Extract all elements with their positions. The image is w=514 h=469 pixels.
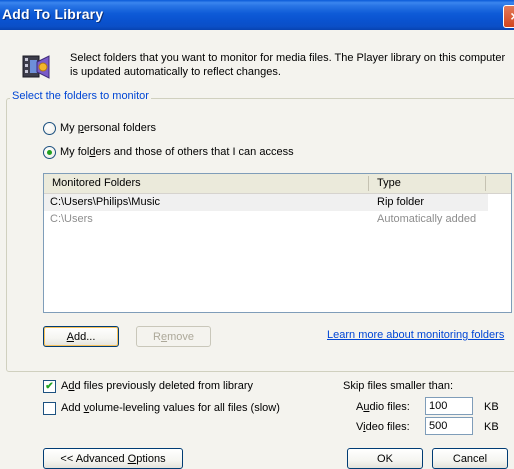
close-button[interactable]: ×: [503, 5, 514, 28]
audio-unit-label: KB: [484, 401, 499, 413]
all-folders-label[interactable]: My folders and those of others that I ca…: [60, 146, 294, 158]
close-icon: ×: [510, 8, 514, 24]
description-text: Select folders that you want to monitor …: [70, 52, 506, 78]
volume-leveling-label[interactable]: Add volume-leveling values for all files…: [61, 402, 280, 414]
dialog-body: Select folders that you want to monitor …: [0, 30, 514, 469]
video-files-label: Video files:: [356, 421, 410, 433]
video-unit-label: KB: [484, 421, 499, 433]
audio-files-label: Audio files:: [356, 401, 410, 413]
table-row[interactable]: C:\Users\Philips\Music Rip folder: [44, 194, 488, 211]
folder-type: Automatically added: [377, 213, 477, 225]
cancel-button[interactable]: Cancel: [432, 448, 508, 469]
volume-leveling-checkbox[interactable]: [43, 402, 56, 415]
folder-path: C:\Users\Philips\Music: [50, 196, 161, 208]
folder-path: C:\Users: [50, 213, 93, 225]
folder-type: Rip folder: [377, 196, 425, 208]
title-bar[interactable]: Add To Library ×: [0, 0, 514, 30]
learn-more-link[interactable]: Learn more about monitoring folders: [327, 329, 504, 341]
column-divider[interactable]: [368, 176, 369, 191]
personal-folders-label[interactable]: My personal folders: [60, 122, 156, 134]
group-title: Select the folders to monitor: [10, 90, 151, 102]
checkmark-icon: ✔: [45, 381, 54, 392]
column-divider[interactable]: [485, 176, 486, 191]
audio-size-input[interactable]: 100: [425, 397, 473, 415]
add-deleted-files-label[interactable]: Add files previously deleted from librar…: [61, 380, 253, 392]
add-deleted-files-checkbox[interactable]: ✔: [43, 380, 56, 393]
table-row[interactable]: C:\Users Automatically added: [44, 211, 488, 228]
monitored-folders-list[interactable]: Monitored Folders Type C:\Users\Philips\…: [43, 173, 512, 313]
list-header: Monitored Folders Type: [44, 174, 511, 194]
media-library-icon: [22, 52, 52, 85]
column-header-type[interactable]: Type: [377, 177, 401, 189]
video-size-input[interactable]: 500: [425, 417, 473, 435]
all-folders-radio[interactable]: [43, 146, 56, 159]
remove-folder-button[interactable]: Remove: [136, 326, 211, 347]
column-header-folders[interactable]: Monitored Folders: [52, 177, 141, 189]
personal-folders-radio[interactable]: [43, 122, 56, 135]
window-title: Add To Library: [2, 6, 104, 22]
advanced-options-button[interactable]: << Advanced Options: [43, 448, 183, 469]
ok-button[interactable]: OK: [347, 448, 423, 469]
skip-files-title: Skip files smaller than:: [343, 380, 454, 392]
add-folder-button[interactable]: Add...: [43, 326, 119, 347]
